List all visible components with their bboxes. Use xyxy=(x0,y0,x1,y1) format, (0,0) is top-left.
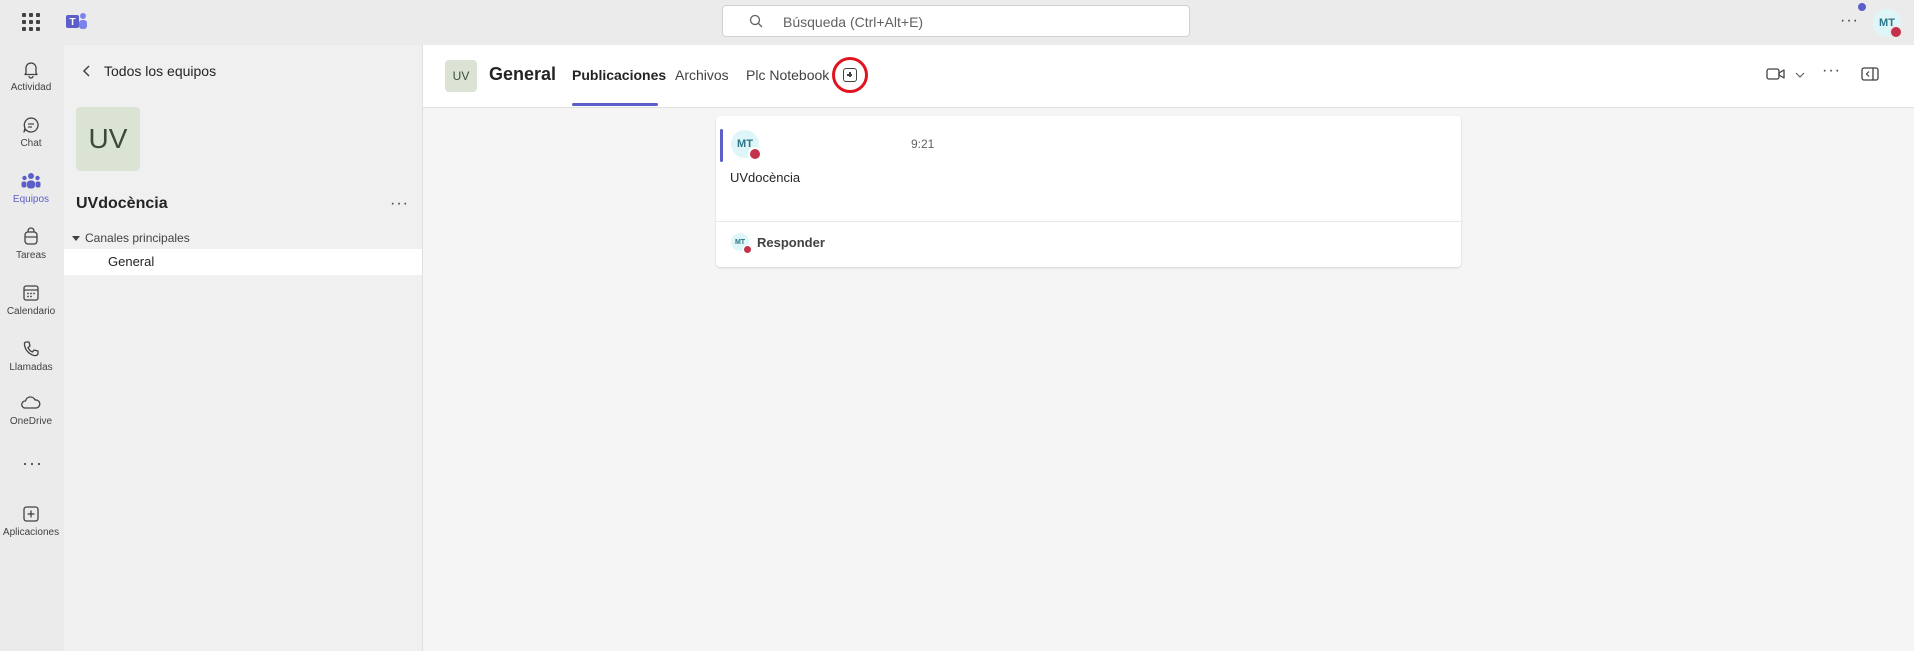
rail-item-chat[interactable]: Chat xyxy=(0,109,62,161)
user-avatar[interactable]: MT xyxy=(1873,9,1903,39)
open-panel-icon[interactable] xyxy=(1861,67,1879,81)
rail-label: Aplicaciones xyxy=(2,527,60,538)
post-timestamp: 9:21 xyxy=(911,137,935,151)
notification-dot xyxy=(1858,3,1866,11)
app-rail: Actividad Chat Equipos Tareas Calendario… xyxy=(0,45,64,651)
search-input[interactable]: Búsqueda (Ctrl+Alt+E) xyxy=(722,5,1190,37)
more-apps-icon[interactable]: ··· xyxy=(22,453,43,474)
author-avatar[interactable]: MT xyxy=(731,130,762,161)
rail-label: Tareas xyxy=(15,250,46,261)
channel-header: UV General Publicaciones Archivos Plc No… xyxy=(423,45,1914,108)
rail-label: Equipos xyxy=(12,194,50,205)
channel-more-options-icon[interactable]: ··· xyxy=(1822,62,1841,80)
tab-plc-notebook[interactable]: Plc Notebook xyxy=(746,67,829,83)
channel-item-general[interactable]: General xyxy=(64,249,422,275)
rail-item-aplicaciones[interactable]: Aplicaciones xyxy=(0,498,62,550)
rail-item-llamadas[interactable]: Llamadas xyxy=(0,333,62,385)
chat-icon xyxy=(23,117,39,133)
team-more-options-icon[interactable]: ··· xyxy=(390,195,409,213)
settings-more-icon[interactable]: ··· xyxy=(1840,12,1859,30)
presence-busy-icon xyxy=(1889,25,1903,39)
rail-label: Calendario xyxy=(6,306,56,317)
post-card: MT 9:21 UVdocència MT Responder xyxy=(716,116,1461,267)
presence-busy-icon xyxy=(748,147,762,161)
tab-publicaciones[interactable]: Publicaciones xyxy=(572,67,666,83)
rail-item-equipos[interactable]: Equipos xyxy=(0,165,62,217)
top-bar: T Búsqueda (Ctrl+Alt+E) ··· MT xyxy=(0,0,1914,45)
channel-label: General xyxy=(108,254,155,269)
team-avatar: UV xyxy=(76,107,140,171)
reply-initials: MT xyxy=(734,238,746,246)
rail-item-tareas[interactable]: Tareas xyxy=(0,221,62,273)
rail-item-calendario[interactable]: Calendario xyxy=(0,277,62,329)
presence-busy-icon xyxy=(743,245,752,254)
team-panel: Todos los equipos UV UVdocència ··· Cana… xyxy=(64,45,423,651)
search-placeholder: Búsqueda (Ctrl+Alt+E) xyxy=(783,14,924,30)
bell-icon xyxy=(24,62,38,79)
channel-view: UV General Publicaciones Archivos Plc No… xyxy=(423,45,1914,651)
cloud-icon xyxy=(21,396,41,409)
add-apps-icon xyxy=(23,506,39,522)
search-icon xyxy=(749,14,763,28)
caret-down-icon xyxy=(72,235,80,241)
reply-avatar: MT xyxy=(731,233,752,254)
channel-title: General xyxy=(489,64,557,84)
divider xyxy=(716,221,1461,222)
calendar-icon xyxy=(23,285,39,301)
rail-label: Actividad xyxy=(10,82,52,93)
channels-section-toggle[interactable]: Canales principales xyxy=(72,231,190,245)
video-call-icon[interactable] xyxy=(1766,67,1786,81)
chevron-down-icon[interactable] xyxy=(1795,72,1805,78)
rail-label: OneDrive xyxy=(9,416,53,427)
tasks-icon xyxy=(24,227,38,245)
chevron-left-icon xyxy=(82,65,90,77)
rail-item-onedrive[interactable]: OneDrive xyxy=(0,387,62,439)
back-label: Todos los equipos xyxy=(104,63,217,79)
section-label: Canales principales xyxy=(85,231,190,245)
app-launcher-icon[interactable] xyxy=(22,13,40,31)
tab-archivos[interactable]: Archivos xyxy=(675,67,729,83)
active-tab-indicator xyxy=(572,103,658,106)
rail-label: Chat xyxy=(20,138,42,149)
svg-text:T: T xyxy=(69,17,75,28)
phone-icon xyxy=(23,341,39,357)
back-to-all-teams-button[interactable]: Todos los equipos xyxy=(82,63,216,79)
teams-logo-icon: T xyxy=(66,13,87,29)
rail-label: Llamadas xyxy=(9,362,53,373)
reply-button[interactable]: Responder xyxy=(757,235,825,250)
rail-item-actividad[interactable]: Actividad xyxy=(0,53,62,105)
highlight-circle xyxy=(832,57,868,93)
teams-icon xyxy=(21,173,41,189)
team-name[interactable]: UVdocència xyxy=(76,195,168,213)
post-body: UVdocència xyxy=(730,170,801,185)
channel-team-avatar: UV xyxy=(445,60,477,92)
post-accent-bar xyxy=(720,129,723,162)
